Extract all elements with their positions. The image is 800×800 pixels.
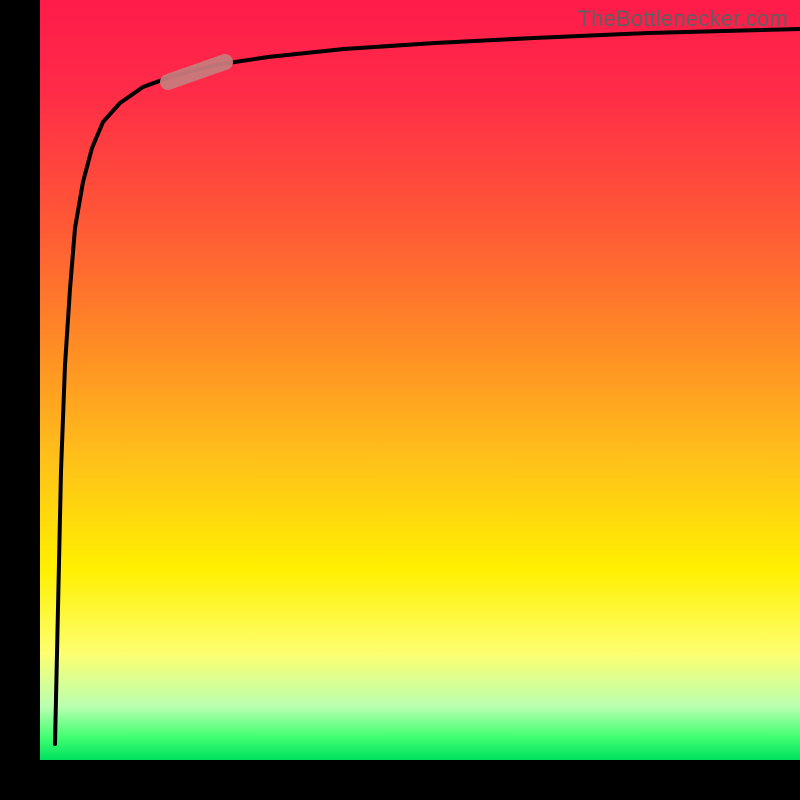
curve-highlight-marker [40, 0, 800, 760]
plot-area: TheBottlenecker.com [40, 0, 800, 760]
chart-frame: TheBottlenecker.com [0, 0, 800, 800]
